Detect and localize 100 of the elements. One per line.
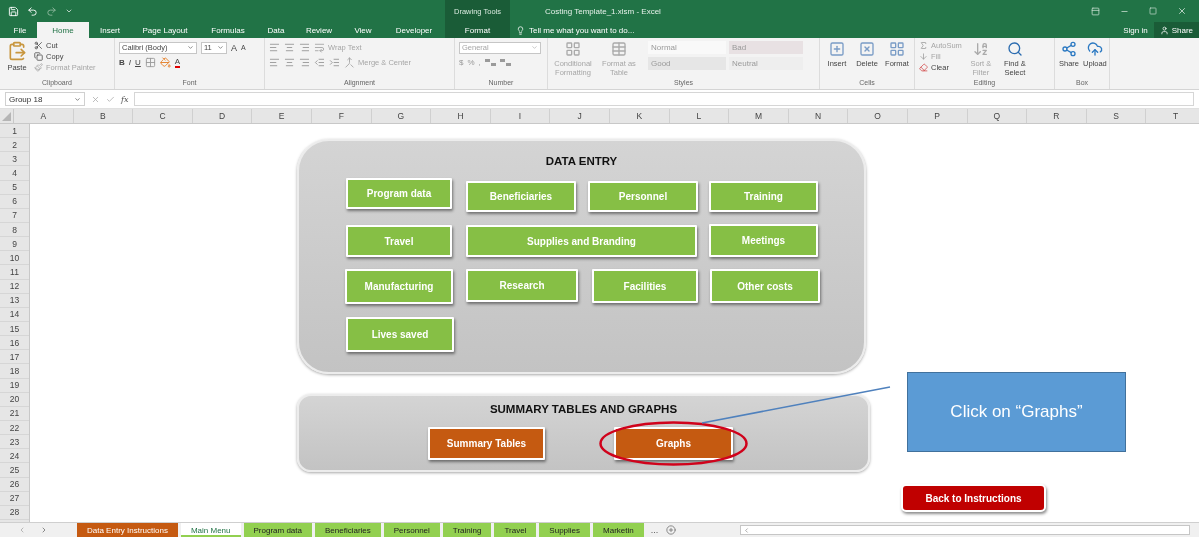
ribbon-tab[interactable]: Page Layout [131,22,199,38]
ribbon-tab[interactable]: Formulas [199,22,257,38]
ribbon-tab[interactable]: File [3,22,37,38]
row-header[interactable]: 5 [0,180,29,195]
ribbon-tab[interactable]: Home [37,22,89,38]
eraser-icon [919,63,928,72]
row-header[interactable]: 15 [0,321,29,337]
row-header[interactable]: 19 [0,378,29,393]
ribbon-tab[interactable]: Format [445,22,510,38]
row-header[interactable]: 25 [0,463,29,478]
format-style-button[interactable]: I [128,58,131,67]
tell-me-field[interactable]: Tell me what you want to do... [516,22,635,38]
paint-bucket-icon [159,57,171,68]
row-header[interactable]: 28 [0,505,29,520]
row-header[interactable]: 17 [0,350,29,365]
column-header[interactable]: S [1086,109,1147,123]
summary-button[interactable]: Graphs [614,427,733,460]
row-header[interactable]: 4 [0,166,29,181]
ribbon-display-icon[interactable] [1091,6,1100,16]
sign-in-link[interactable]: Sign in [1117,22,1154,38]
summary-button[interactable]: Summary Tables [428,427,545,460]
row-header[interactable]: 13 [0,293,29,308]
ribbon-tab[interactable]: Review [295,22,343,38]
grow-font-button[interactable]: A [231,42,237,53]
row-header[interactable]: 11 [0,265,29,280]
enter-icon[interactable] [106,94,115,104]
column-header[interactable]: B [73,109,134,123]
row-header[interactable]: 21 [0,406,29,421]
row-header[interactable]: 2 [0,138,29,153]
format-style-button[interactable]: B [119,58,125,67]
scissors-icon [34,41,43,50]
column-header[interactable]: G [371,109,432,123]
column-header[interactable]: E [252,109,312,123]
share-button[interactable]: Share [1153,22,1199,38]
format-style-button[interactable]: U [135,58,141,67]
sheet-tab[interactable]: Program data [243,523,312,537]
back-button[interactable]: Back to Instructions [901,484,1046,512]
column-header[interactable]: Q [967,109,1028,123]
sheet-tab[interactable]: Data Entry Instructions [77,523,178,537]
column-header[interactable]: D [192,109,253,123]
row-header[interactable]: 18 [0,364,29,379]
undo-icon[interactable] [27,5,38,17]
column-header[interactable]: K [609,109,670,123]
row-header[interactable]: 16 [0,336,29,351]
row-header[interactable]: 27 [0,491,29,506]
sheet-tab[interactable]: Supplies [539,523,591,537]
ribbon-tab[interactable]: Developer [383,22,445,38]
formula-field[interactable] [134,92,1194,106]
next-sheet-icon[interactable] [40,526,48,534]
row-header[interactable]: 7 [0,208,29,223]
sheet-tab[interactable]: Beneficiaries [314,523,381,537]
row-header[interactable]: 24 [0,449,29,464]
column-header[interactable]: L [669,109,730,123]
row-header[interactable]: 6 [0,194,29,209]
column-header[interactable]: I [490,109,551,123]
more-tabs[interactable]: ... [650,523,659,537]
column-header[interactable]: R [1027,109,1087,123]
panel-title: DATA ENTRY [545,155,618,167]
column-header[interactable]: O [848,109,908,123]
row-header[interactable]: 20 [0,392,29,407]
row-header[interactable]: 23 [0,435,29,450]
row-header[interactable]: 8 [0,223,29,238]
cancel-icon[interactable] [91,94,100,104]
column-header[interactable]: F [311,109,372,123]
sheet-tab[interactable]: Marketin [593,523,644,537]
column-header[interactable]: T [1146,109,1199,123]
row-header[interactable]: 1 [0,124,29,139]
column-header[interactable]: M [729,109,789,123]
row-header[interactable]: 22 [0,420,29,436]
restore-icon[interactable] [1149,7,1157,15]
row-header[interactable]: 10 [0,251,29,266]
ribbon-tab[interactable]: Insert [89,22,131,38]
customize-caret-icon[interactable] [65,7,73,15]
sheet-tab[interactable]: Personnel [383,523,440,537]
row-header[interactable]: 9 [0,237,29,252]
sheet-tab[interactable]: Training [442,523,492,537]
row-header[interactable]: 12 [0,279,29,294]
redo-icon[interactable] [46,5,57,17]
insert-function-button[interactable]: fx [121,94,129,104]
row-header[interactable]: 26 [0,477,29,492]
ribbon-tab[interactable]: Data [257,22,295,38]
sheet-tab[interactable]: Main Menu [180,523,241,537]
name-box[interactable]: Group 18 [5,92,85,106]
font-color-button[interactable]: A [174,57,181,68]
previous-sheet-icon[interactable] [18,526,26,534]
column-header[interactable]: N [788,109,849,123]
save-icon[interactable] [8,5,19,17]
column-header[interactable]: J [550,109,610,123]
column-header[interactable]: A [14,109,74,123]
close-icon[interactable] [1177,6,1187,16]
column-header[interactable]: H [431,109,491,123]
select-all-icon[interactable] [2,112,11,121]
new-sheet-icon[interactable] [666,525,677,535]
row-header[interactable]: 14 [0,307,29,322]
ribbon-tab[interactable]: View [343,22,383,38]
sheet-tab[interactable]: Travel [494,523,537,537]
row-header[interactable]: 3 [0,152,29,167]
column-header[interactable]: P [907,109,968,123]
align-center-icon [284,57,295,68]
column-header[interactable]: C [133,109,193,123]
